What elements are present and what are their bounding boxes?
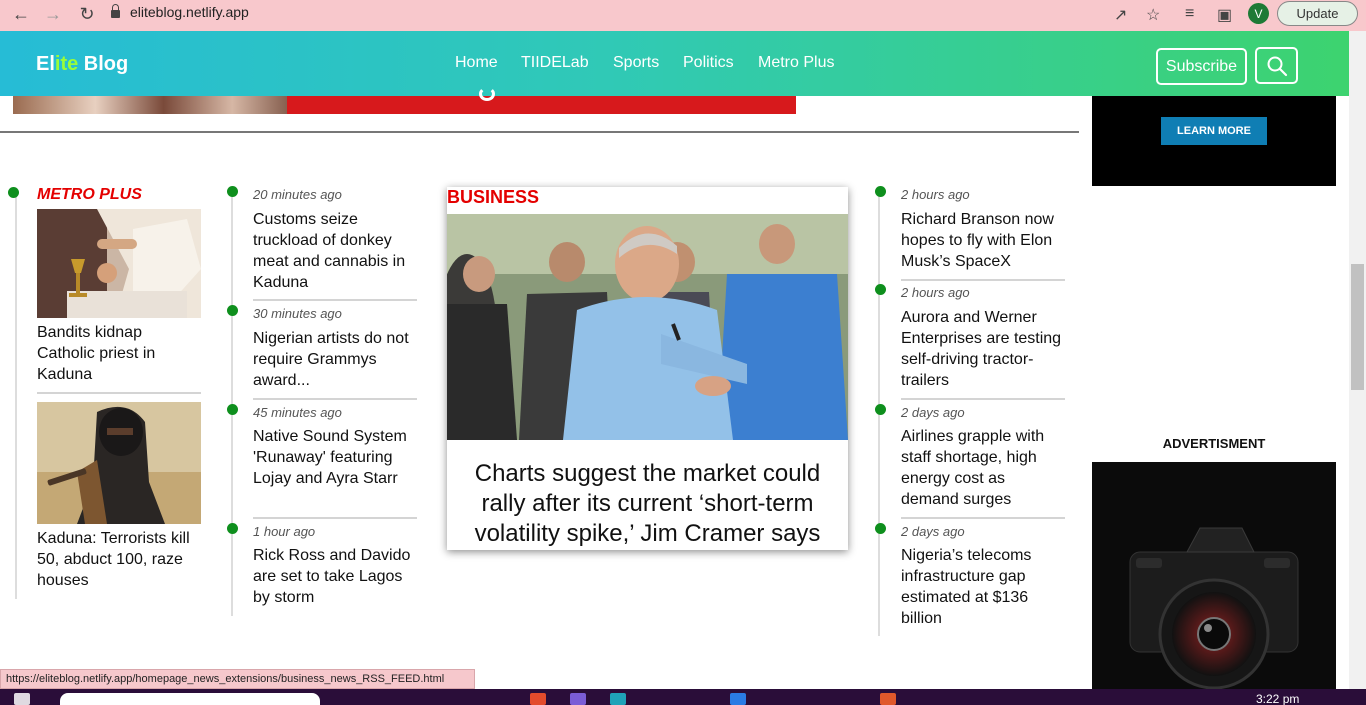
news-headline[interactable]: Nigerian artists do not require Grammys … xyxy=(253,328,419,391)
app-taskbar-icon[interactable] xyxy=(880,693,896,705)
news-time: 30 minutes ago xyxy=(253,306,342,321)
nav-sports[interactable]: Sports xyxy=(613,54,659,72)
timeline-dot xyxy=(227,305,238,316)
news-time: 2 hours ago xyxy=(901,187,970,202)
profile-avatar[interactable]: V xyxy=(1248,3,1269,24)
address-text: eliteblog.netlify.app xyxy=(130,4,249,20)
chrome-taskbar-icon[interactable] xyxy=(530,693,546,705)
news-time: 2 days ago xyxy=(901,524,965,539)
camera-ad[interactable] xyxy=(1092,462,1336,689)
news-headline[interactable]: Airlines grapple with staff shortage, hi… xyxy=(901,426,1065,510)
news-headline[interactable]: Native Sound System 'Runaway' featuring … xyxy=(253,426,413,489)
forward-arrow-icon[interactable]: → xyxy=(40,3,66,25)
search-icon xyxy=(1267,56,1287,76)
business-heading: BUSINESS xyxy=(447,187,540,207)
update-button[interactable]: Update xyxy=(1277,1,1358,26)
logo-text-2: ite xyxy=(54,53,79,75)
news-headline[interactable]: Aurora and Werner Enterprises are testin… xyxy=(901,307,1065,391)
site-header: Elite Blog Home TIIDELab Sports Politics… xyxy=(0,31,1349,96)
metro-headline-1[interactable]: Bandits kidnap Catholic priest in Kaduna xyxy=(37,322,201,385)
news-time: 20 minutes ago xyxy=(253,187,342,202)
reading-list-icon[interactable]: ≡ xyxy=(1185,5,1194,23)
divider xyxy=(253,299,417,301)
site-logo[interactable]: Elite Blog xyxy=(36,53,128,76)
divider xyxy=(901,279,1065,281)
timeline-dot xyxy=(8,187,19,198)
lock-icon xyxy=(111,4,120,18)
timeline-dot xyxy=(227,523,238,534)
metro-plus-heading[interactable]: METRO PLUS xyxy=(37,186,142,204)
nav-metro-plus[interactable]: Metro Plus xyxy=(758,54,834,72)
divider xyxy=(253,398,417,400)
timeline-dot xyxy=(875,404,886,415)
app-taskbar-icon[interactable] xyxy=(570,693,586,705)
section-divider xyxy=(0,131,1079,133)
timeline-dot xyxy=(227,404,238,415)
business-headline[interactable]: Charts suggest the market could rally af… xyxy=(459,459,836,549)
windows-start-icon[interactable] xyxy=(14,693,30,705)
news-time: 2 days ago xyxy=(901,405,965,420)
nav-politics[interactable]: Politics xyxy=(683,54,734,72)
news-time: 45 minutes ago xyxy=(253,405,342,420)
news-time: 1 hour ago xyxy=(253,524,316,539)
divider xyxy=(901,517,1065,519)
back-arrow-icon[interactable]: ← xyxy=(8,3,34,25)
taskbar-search-box[interactable] xyxy=(60,693,320,705)
vscode-taskbar-icon[interactable] xyxy=(730,693,746,705)
link-status-bar: https://eliteblog.netlify.app/homepage_n… xyxy=(0,669,475,689)
banner-image[interactable] xyxy=(13,96,287,114)
news-headline[interactable]: Richard Branson now hopes to fly with El… xyxy=(901,209,1065,272)
address-bar[interactable]: eliteblog.netlify.app xyxy=(111,4,249,20)
news-headline[interactable]: Customs seize truckload of donkey meat a… xyxy=(253,209,415,293)
timeline-line xyxy=(15,192,17,599)
news-headline[interactable]: Rick Ross and Davido are set to take Lag… xyxy=(253,545,417,608)
priest-photo[interactable] xyxy=(37,209,201,318)
reload-icon[interactable]: ↻ xyxy=(74,3,100,25)
banner-ad[interactable] xyxy=(287,87,796,114)
side-panel-icon[interactable]: ▣ xyxy=(1217,5,1232,25)
business-card[interactable]: BUSINESS Charts suggest the market could… xyxy=(447,187,848,550)
advert-heading: ADVERTISMENT xyxy=(1162,436,1266,451)
divider xyxy=(901,398,1065,400)
timeline-dot xyxy=(875,186,886,197)
logo-text-3: Blog xyxy=(78,53,129,75)
search-button[interactable] xyxy=(1255,47,1298,84)
news-time: 2 hours ago xyxy=(901,285,970,300)
taskbar-clock: 3:22 pm xyxy=(1256,692,1300,705)
browser-toolbar: ← → ↻ eliteblog.netlify.app ↗ ☆ ≡ ▣ V Up… xyxy=(0,0,1366,31)
business-photo[interactable] xyxy=(447,214,848,440)
divider xyxy=(37,392,201,394)
metro-headline-2[interactable]: Kaduna: Terrorists kill 50, abduct 100, … xyxy=(37,528,201,591)
bookmark-star-icon[interactable]: ☆ xyxy=(1146,5,1160,25)
scrollbar-thumb[interactable] xyxy=(1351,264,1364,390)
timeline-dot xyxy=(875,284,886,295)
divider xyxy=(253,517,417,519)
subscribe-button[interactable]: Subscribe xyxy=(1156,48,1247,85)
logo-text-1: El xyxy=(36,53,55,75)
timeline-dot xyxy=(227,186,238,197)
learn-more-button[interactable]: LEARN MORE xyxy=(1161,117,1267,145)
terrorist-photo[interactable] xyxy=(37,402,201,524)
nav-home[interactable]: Home xyxy=(455,54,498,72)
nav-tiidelab[interactable]: TIIDELab xyxy=(521,54,589,72)
share-icon[interactable]: ↗ xyxy=(1114,5,1127,25)
camera-image xyxy=(1129,527,1299,689)
edge-taskbar-icon[interactable] xyxy=(610,693,626,705)
news-headline[interactable]: Nigeria’s telecoms infrastructure gap es… xyxy=(901,545,1065,629)
timeline-dot xyxy=(875,523,886,534)
